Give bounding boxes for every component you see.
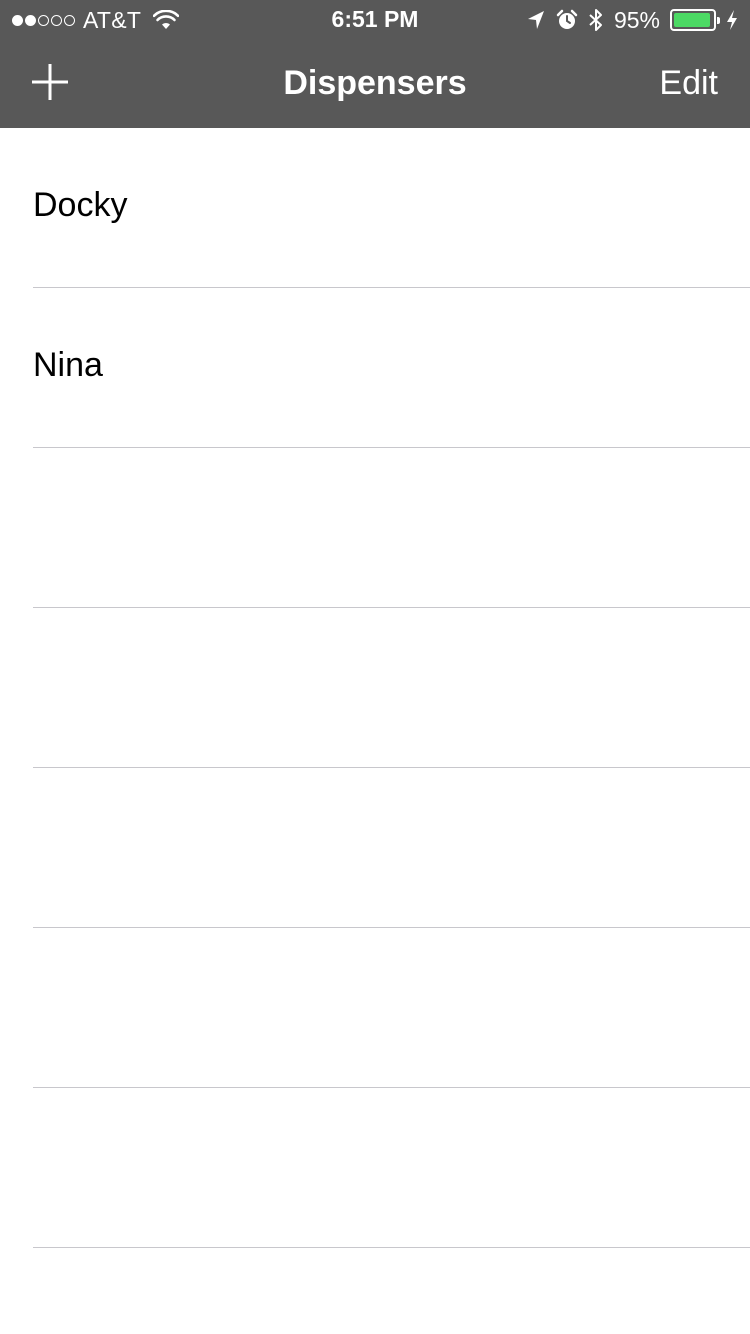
- charging-bolt-icon: [727, 10, 737, 30]
- list-item[interactable]: Docky: [0, 128, 750, 288]
- dispenser-list: Docky Nina: [0, 128, 750, 1248]
- status-bar-right: 95%: [526, 6, 738, 34]
- list-item[interactable]: [0, 1088, 750, 1248]
- battery-icon: [670, 9, 720, 31]
- signal-dot: [64, 14, 75, 26]
- status-time: 6:51 PM: [331, 6, 419, 32]
- list-item[interactable]: [0, 768, 750, 928]
- add-button[interactable]: [28, 60, 72, 104]
- list-item[interactable]: [0, 608, 750, 768]
- status-bar: AT&T 6:51 PM 95%: [0, 0, 750, 40]
- bluetooth-icon: [589, 9, 602, 31]
- header: AT&T 6:51 PM 95% Dispensers Edit: [0, 0, 750, 128]
- carrier-name: AT&T: [83, 6, 142, 33]
- list-item[interactable]: Nina: [0, 288, 750, 448]
- row-separator: [33, 1247, 750, 1248]
- signal-strength-icon: [12, 14, 75, 26]
- alarm-icon: [556, 9, 578, 29]
- battery-percent: 95%: [613, 6, 660, 33]
- list-item-label: Docky: [33, 186, 128, 224]
- location-arrow-icon: [527, 11, 544, 29]
- plus-icon: [32, 64, 68, 100]
- battery-level-fill: [674, 13, 711, 27]
- battery-nub: [717, 17, 720, 24]
- signal-dot: [38, 14, 49, 26]
- list-item[interactable]: [0, 928, 750, 1088]
- signal-dot: [51, 14, 62, 26]
- list-item[interactable]: [0, 448, 750, 608]
- wifi-icon: [153, 10, 180, 29]
- status-bar-left: AT&T: [12, 6, 180, 34]
- navigation-bar: Dispensers Edit: [0, 40, 750, 128]
- page-title: Dispensers: [283, 64, 467, 102]
- signal-dot: [25, 14, 36, 26]
- list-item-label: Nina: [33, 346, 103, 384]
- edit-button[interactable]: Edit: [659, 64, 718, 103]
- signal-dot: [12, 14, 23, 26]
